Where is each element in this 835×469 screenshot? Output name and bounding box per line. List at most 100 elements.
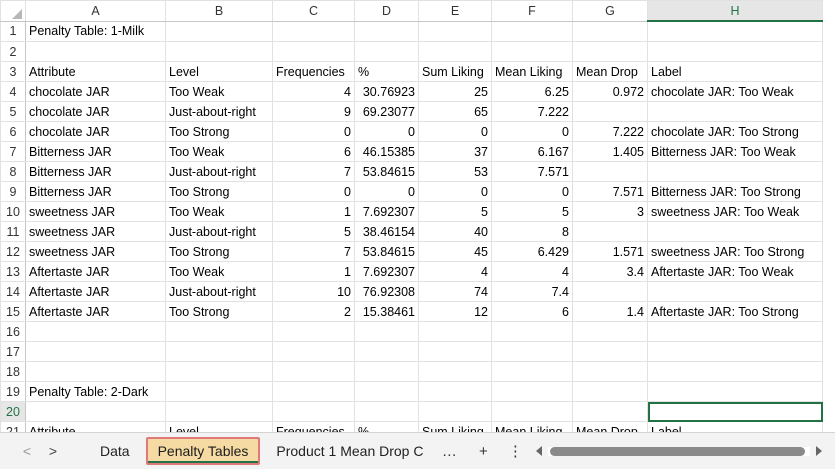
cell-g4[interactable]: 0.972 — [572, 81, 648, 102]
cell-e14[interactable]: 74 — [418, 281, 492, 302]
scroll-right-icon[interactable] — [816, 446, 823, 456]
cell-h1[interactable] — [647, 20, 823, 42]
cell-c9[interactable]: 0 — [272, 181, 355, 202]
cell-a6[interactable]: chocolate JAR — [25, 121, 166, 142]
cell-a4[interactable]: chocolate JAR — [25, 81, 166, 102]
cell-h7[interactable]: Bitterness JAR: Too Weak — [647, 141, 823, 162]
cell-g19[interactable] — [572, 381, 648, 402]
cell-c5[interactable]: 9 — [272, 101, 355, 122]
cell-c18[interactable] — [272, 361, 355, 382]
cell-c20[interactable] — [272, 401, 355, 422]
cell-b4[interactable]: Too Weak — [165, 81, 273, 102]
cell-e15[interactable]: 12 — [418, 301, 492, 322]
cell-g2[interactable] — [572, 41, 648, 62]
cell-g12[interactable]: 1.571 — [572, 241, 648, 262]
cell-g16[interactable] — [572, 321, 648, 342]
cell-c6[interactable]: 0 — [272, 121, 355, 142]
cell-a9[interactable]: Bitterness JAR — [25, 181, 166, 202]
more-sheets-icon[interactable]: … — [436, 443, 462, 460]
row-header[interactable]: 21 — [0, 421, 26, 432]
cell-e10[interactable]: 5 — [418, 201, 492, 222]
cell-c3[interactable]: Frequencies — [272, 61, 355, 82]
cell-b3[interactable]: Level — [165, 61, 273, 82]
cell-d9[interactable]: 0 — [354, 181, 419, 202]
cell-c10[interactable]: 1 — [272, 201, 355, 222]
cell-e19[interactable] — [418, 381, 492, 402]
tab-scroll-left-icon[interactable]: < — [14, 443, 40, 459]
cell-a21[interactable]: Attribute — [25, 421, 166, 432]
cell-d8[interactable]: 53.84615 — [354, 161, 419, 182]
cell-f21[interactable]: Mean Liking — [491, 421, 573, 432]
row-header[interactable]: 16 — [0, 321, 26, 342]
tab-data[interactable]: Data — [90, 437, 140, 465]
column-header-c[interactable]: C — [272, 0, 355, 22]
cell-d16[interactable] — [354, 321, 419, 342]
cell-a16[interactable] — [25, 321, 166, 342]
row-header[interactable]: 9 — [0, 181, 26, 202]
cell-a5[interactable]: chocolate JAR — [25, 101, 166, 122]
cell-d2[interactable] — [354, 41, 419, 62]
cell-b2[interactable] — [165, 41, 273, 62]
row-header[interactable]: 8 — [0, 161, 26, 182]
cell-e11[interactable]: 40 — [418, 221, 492, 242]
cell-h17[interactable] — [647, 341, 823, 362]
cell-d7[interactable]: 46.15385 — [354, 141, 419, 162]
cell-f14[interactable]: 7.4 — [491, 281, 573, 302]
cell-d20[interactable] — [354, 401, 419, 422]
cell-f6[interactable]: 0 — [491, 121, 573, 142]
cell-b12[interactable]: Too Strong — [165, 241, 273, 262]
sheet-table[interactable]: ABCDEFGH 1 Penalty Table: 1-Milk 2 3 Attribu… — [0, 0, 823, 432]
spreadsheet-grid[interactable]: ABCDEFGH 1 Penalty Table: 1-Milk 2 3 Attribu… — [0, 0, 835, 432]
column-header-a[interactable]: A — [25, 0, 166, 22]
cell-e16[interactable] — [418, 321, 492, 342]
cell-e6[interactable]: 0 — [418, 121, 492, 142]
cell-e2[interactable] — [418, 41, 492, 62]
horizontal-scrollbar[interactable] — [536, 446, 823, 456]
cell-f16[interactable] — [491, 321, 573, 342]
tab-product-1-mean-drop[interactable]: Product 1 Mean Drop C — [266, 437, 436, 465]
tab-penalty-tables[interactable]: Penalty Tables — [145, 437, 261, 465]
cell-d10[interactable]: 7.692307 — [354, 201, 419, 222]
cell-f5[interactable]: 7.222 — [491, 101, 573, 122]
row-header[interactable]: 5 — [0, 101, 26, 122]
cell-c11[interactable]: 5 — [272, 221, 355, 242]
cell-c8[interactable]: 7 — [272, 161, 355, 182]
cell-b19[interactable] — [165, 381, 273, 402]
cell-e1[interactable] — [418, 20, 492, 42]
cell-c15[interactable]: 2 — [272, 301, 355, 322]
cell-h15[interactable]: Aftertaste JAR: Too Strong — [647, 301, 823, 322]
cell-e4[interactable]: 25 — [418, 81, 492, 102]
cell-b7[interactable]: Too Weak — [165, 141, 273, 162]
cell-d3[interactable]: % — [354, 61, 419, 82]
cell-d1[interactable] — [354, 20, 419, 42]
cell-b14[interactable]: Just-about-right — [165, 281, 273, 302]
scroll-left-icon[interactable] — [536, 446, 543, 456]
cell-h11[interactable] — [647, 221, 823, 242]
cell-h6[interactable]: chocolate JAR: Too Strong — [647, 121, 823, 142]
cell-a3[interactable]: Attribute — [25, 61, 166, 82]
cell-b1[interactable] — [165, 20, 273, 42]
cell-f4[interactable]: 6.25 — [491, 81, 573, 102]
select-all-corner[interactable] — [0, 0, 26, 22]
cell-f3[interactable]: Mean Liking — [491, 61, 573, 82]
cell-e13[interactable]: 4 — [418, 261, 492, 282]
row-header[interactable]: 20 — [0, 401, 26, 422]
cell-e5[interactable]: 65 — [418, 101, 492, 122]
tab-scroll-right-icon[interactable]: > — [40, 443, 66, 459]
tab-options-icon[interactable]: ⋮ — [502, 442, 528, 460]
cell-d11[interactable]: 38.46154 — [354, 221, 419, 242]
row-header[interactable]: 12 — [0, 241, 26, 262]
cell-c16[interactable] — [272, 321, 355, 342]
cell-a15[interactable]: Aftertaste JAR — [25, 301, 166, 322]
cell-b20[interactable] — [165, 401, 273, 422]
row-header[interactable]: 2 — [0, 41, 26, 62]
cell-c7[interactable]: 6 — [272, 141, 355, 162]
cell-g10[interactable]: 3 — [572, 201, 648, 222]
cell-d19[interactable] — [354, 381, 419, 402]
cell-g1[interactable] — [572, 20, 648, 42]
cell-b8[interactable]: Just-about-right — [165, 161, 273, 182]
cell-a20[interactable] — [25, 401, 166, 422]
scroll-track[interactable] — [548, 446, 811, 456]
cell-f12[interactable]: 6.429 — [491, 241, 573, 262]
cell-c21[interactable]: Frequencies — [272, 421, 355, 432]
